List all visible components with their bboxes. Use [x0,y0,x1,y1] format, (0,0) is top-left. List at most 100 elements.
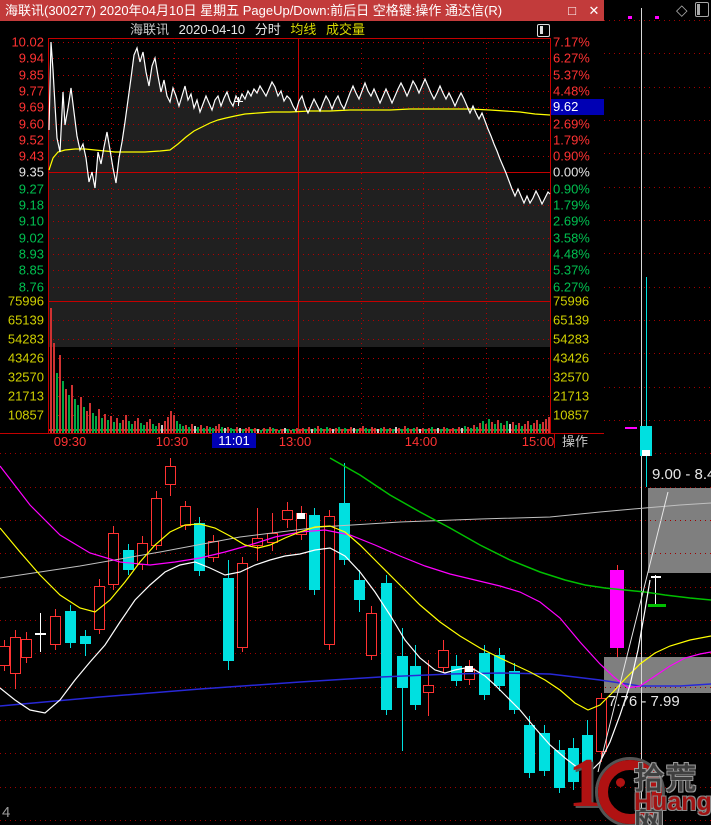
volume-axis-label: 21713 [553,388,590,404]
candle-body [324,516,335,645]
grid-hline-solid [48,301,551,302]
volume-bar [62,381,64,433]
time-axis-label: 13:00 [278,434,312,449]
price-axis-label: 9.52 [18,132,44,148]
panel-icon[interactable] [695,2,709,17]
candle-body [0,646,10,666]
grid-hline [48,377,551,378]
cursor-price-badge: 9.62 [551,99,604,115]
volume-bar [527,421,529,433]
candle-body [410,666,421,705]
volume-bar [80,397,82,433]
k-gridline [600,487,711,488]
pct-axis-label: 4.48% [553,83,590,99]
price-axis-label: 9.35 [18,164,44,180]
price-axis-label: 9.02 [18,230,44,246]
grid-hline [48,58,551,59]
watermark-logo: 1 拾荒网 Huang.CN [568,745,711,825]
candle-body [223,578,234,661]
candle-body [339,503,350,560]
pct-axis-label: 1.79% [553,197,590,213]
candle-body [494,655,505,686]
t-marker-open [651,576,661,578]
volume-axis-label: 75996 [553,293,590,309]
candle-body [21,639,32,658]
diamond-icon[interactable]: ◇ [676,1,688,19]
grid-vline [111,38,112,433]
candle-body [94,586,105,630]
grid-hline [48,124,551,125]
tick-direction-strip [49,429,550,431]
k-gridline [600,720,711,721]
candle-wick [402,628,403,751]
t-marker-line [655,575,656,605]
volume-bar [134,421,136,433]
price-axis-label: 9.85 [18,67,44,83]
pct-axis-label: 6.27% [553,279,590,295]
candle-body [180,506,191,526]
action-menu[interactable]: 操作 [562,435,588,449]
volume-bar [56,373,58,433]
candle-body [397,656,408,688]
grid-hline [48,189,551,190]
k-gridline [604,353,711,354]
grid-vline [486,38,487,433]
ma-dash-magenta [625,427,637,429]
candle-body [10,637,21,674]
volume-axis-label: 32570 [7,369,44,385]
grid-hline [48,254,551,255]
grid-hline [48,287,551,288]
price-area-fill [49,42,550,301]
grid-hline-solid [48,172,551,173]
volume-bar [542,422,544,433]
logo-site-text: Huang.CN [634,788,711,816]
volume-bar [59,355,61,433]
t-marker-cap [648,604,666,607]
axis-separator [554,433,555,448]
screen: 9.00 - 8.47 7.76 - 7.99 4 ◇ 海联讯(300277) 20… [0,0,711,825]
candle-body [381,583,392,710]
grid-hline [48,358,551,359]
grid-vline-solid [550,38,551,433]
k-gridline [604,220,711,221]
time-axis-label: 09:30 [53,434,87,449]
volume-axis-label: 21713 [7,388,44,404]
cursor-cross [238,97,239,106]
volume-bar [68,395,70,433]
volume-bar [518,423,520,433]
volume-bar [479,423,481,433]
grid-vline-solid [298,38,299,433]
volume-bar [482,421,484,433]
candle-body [282,510,293,520]
grid-hline [48,75,551,76]
pct-axis-label: 5.37% [553,262,590,278]
k-gridline [604,153,711,154]
price-axis-label: 9.10 [18,213,44,229]
candle-mark [642,450,650,456]
volume-bar [128,421,130,433]
candle-body [423,685,434,693]
price-range-label: 7.76 - 7.99 [608,693,680,710]
volume-bar [71,385,73,433]
price-axis-label: 9.60 [18,116,44,132]
volume-axis-label: 10857 [7,407,44,423]
grid-hline [48,320,551,321]
logo-gear-hub [616,778,625,787]
volume-bar [122,420,124,433]
volume-bar [53,343,55,433]
volume-axis-label: 54283 [7,331,44,347]
candle-body [451,666,462,681]
candle-body [208,541,219,558]
candle-body [610,570,624,648]
grid-hline [48,107,551,108]
candle-body [165,466,176,485]
pct-axis-label: 0.90% [553,181,590,197]
k-gridline [604,53,711,54]
k-gridline [604,120,711,121]
pct-axis-label: 3.58% [553,230,590,246]
volume-bar [506,421,508,433]
pct-axis-label: 6.27% [553,50,590,66]
volume-bar [119,423,121,433]
volume-bar [158,423,160,433]
candle-body [309,515,320,590]
